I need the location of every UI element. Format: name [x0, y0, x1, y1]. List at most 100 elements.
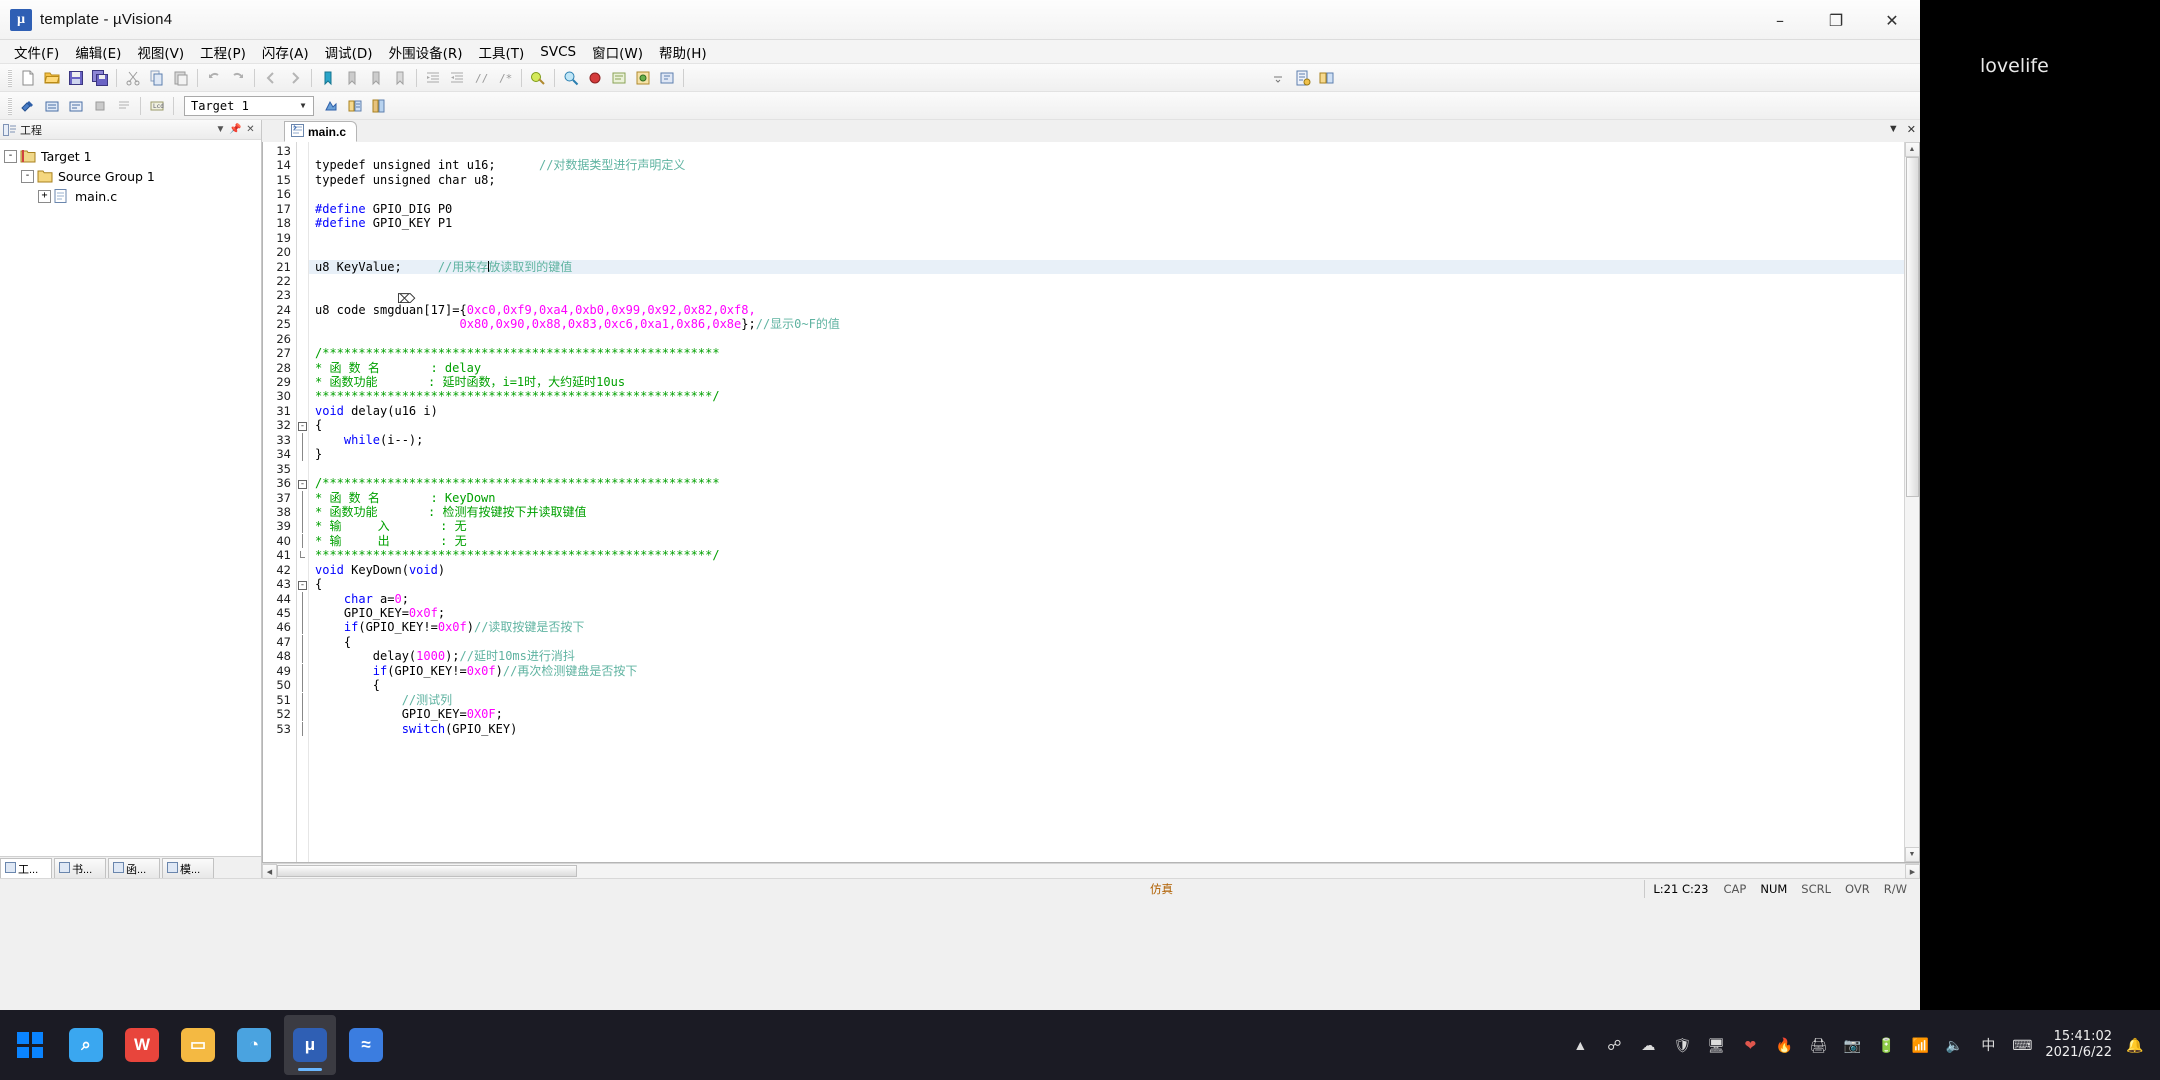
- tree-item-source-group-1[interactable]: - Source Group 1: [4, 166, 261, 186]
- copy-icon[interactable]: [146, 67, 168, 89]
- target-select[interactable]: Target 1 ▼: [184, 95, 314, 116]
- tree-item-target-1[interactable]: - Target 1: [4, 146, 261, 166]
- code-line[interactable]: }: [309, 447, 1904, 461]
- bluetooth-icon[interactable]: ☍: [1603, 1034, 1625, 1056]
- pin-icon[interactable]: 📌: [229, 124, 242, 135]
- code-line[interactable]: char a=0;: [309, 592, 1904, 606]
- toolbar-grip[interactable]: [8, 68, 12, 87]
- bookmark-clear-icon[interactable]: [389, 67, 411, 89]
- menu-window[interactable]: 窗口(W): [584, 40, 651, 64]
- code-line[interactable]: //测试列: [309, 693, 1904, 707]
- minimize-button[interactable]: –: [1752, 0, 1808, 40]
- config-wizard-icon[interactable]: [632, 67, 654, 89]
- vertical-scroll-track[interactable]: [1904, 157, 1919, 847]
- code-line[interactable]: * 函 数 名 : KeyDown: [309, 491, 1904, 505]
- notification-bell-icon[interactable]: 🔔: [2124, 1034, 2146, 1056]
- vertical-scroll-thumb[interactable]: [1905, 157, 1919, 497]
- pane-tab-templates[interactable]: 模...: [162, 858, 214, 878]
- insert-bookmark-icon[interactable]: [608, 67, 630, 89]
- code-line[interactable]: [309, 245, 1904, 259]
- menu-flash[interactable]: 闪存(A): [254, 40, 317, 64]
- keyboard-icon[interactable]: ⌨: [2011, 1034, 2033, 1056]
- battery-icon[interactable]: 🔋: [1875, 1034, 1897, 1056]
- code-editor[interactable]: 13 14 15 16 17 18 19 20 21 22 23 24 25 26 27 28 29 30 31 32…: [262, 142, 1920, 863]
- horizontal-scroll-track[interactable]: [277, 864, 1905, 878]
- taskbar-qq[interactable]: ◔: [228, 1015, 280, 1075]
- target-options-button-icon[interactable]: [320, 95, 342, 117]
- menu-help[interactable]: 帮助(H): [651, 40, 715, 64]
- fold-toggle-icon[interactable]: -: [297, 577, 308, 591]
- chevron-down-icon[interactable]: ▼: [1888, 123, 1899, 136]
- batch-build-icon[interactable]: [65, 95, 87, 117]
- bookmark-toggle-icon[interactable]: [317, 67, 339, 89]
- menu-debug[interactable]: 调试(D): [317, 40, 381, 64]
- editor-horizontal-scrollbar[interactable]: ◀ ▶: [262, 863, 1920, 879]
- manage-components-icon[interactable]: [1316, 67, 1338, 89]
- code-line[interactable]: u8 KeyValue; //用来存放读取到的键值: [309, 259, 1904, 274]
- code-line[interactable]: #define GPIO_DIG P0: [309, 202, 1904, 216]
- code-line[interactable]: switch(GPIO_KEY): [309, 722, 1904, 736]
- manage-project-items-icon[interactable]: [344, 95, 366, 117]
- navigate-forward-icon[interactable]: [284, 67, 306, 89]
- code-line[interactable]: {: [309, 418, 1904, 432]
- taskbar-search[interactable]: ⌕: [60, 1015, 112, 1075]
- download-icon[interactable]: [113, 95, 135, 117]
- code-line[interactable]: GPIO_KEY=0x0f;: [309, 606, 1904, 620]
- undo-icon[interactable]: [203, 67, 225, 89]
- windows-start-icon[interactable]: [0, 1010, 60, 1080]
- save-all-icon[interactable]: [89, 67, 111, 89]
- code-line[interactable]: delay(1000);//延时10ms进行消抖: [309, 649, 1904, 663]
- build-icon[interactable]: [17, 95, 39, 117]
- code-line[interactable]: {: [309, 635, 1904, 649]
- code-text[interactable]: ⌦ typedef unsigned int u16; //对数据类型进行声明定…: [309, 142, 1904, 862]
- close-icon[interactable]: ✕: [1907, 123, 1916, 136]
- scroll-up-arrow-icon[interactable]: ▲: [1904, 142, 1919, 157]
- pane-tab-functions[interactable]: 函...: [108, 858, 160, 878]
- code-line[interactable]: * 输 出 : 无: [309, 534, 1904, 548]
- network-icon[interactable]: 📶: [1909, 1034, 1931, 1056]
- code-line[interactable]: typedef unsigned char u8;: [309, 173, 1904, 187]
- code-line[interactable]: {: [309, 678, 1904, 692]
- navigate-back-icon[interactable]: [260, 67, 282, 89]
- menu-file[interactable]: 文件(F): [6, 40, 67, 64]
- cloud-icon[interactable]: ☁: [1637, 1034, 1659, 1056]
- code-line[interactable]: void delay(u16 i): [309, 404, 1904, 418]
- code-line[interactable]: /***************************************…: [309, 346, 1904, 360]
- close-icon[interactable]: ✕: [244, 124, 257, 135]
- code-line[interactable]: 0x80,0x90,0x88,0x83,0xc6,0xa1,0x86,0x8e}…: [309, 317, 1904, 331]
- zoom-dropdown-icon[interactable]: [1268, 67, 1290, 89]
- collapse-toggle-icon[interactable]: -: [4, 149, 17, 163]
- code-line[interactable]: {: [309, 577, 1904, 591]
- stop-build-icon[interactable]: [89, 95, 111, 117]
- bookmark-next-icon[interactable]: [365, 67, 387, 89]
- close-button[interactable]: ✕: [1864, 0, 1920, 40]
- menu-svcs[interactable]: SVCS: [532, 42, 584, 62]
- code-line[interactable]: if(GPIO_KEY!=0x0f)//读取按键是否按下: [309, 620, 1904, 634]
- fold-toggle-icon[interactable]: -: [297, 418, 308, 432]
- code-line[interactable]: /***************************************…: [309, 476, 1904, 490]
- code-line[interactable]: #define GPIO_KEY P1: [309, 216, 1904, 230]
- code-line[interactable]: [309, 274, 1904, 288]
- editor-tab-main-c[interactable]: main.c: [284, 121, 358, 142]
- code-line[interactable]: u8 code smgduan[17]={0xc0,0xf9,0xa4,0xb0…: [309, 303, 1904, 317]
- ime-indicator[interactable]: 中: [1977, 1034, 1999, 1056]
- menu-peripherals[interactable]: 外围设备(R): [381, 40, 471, 64]
- pane-tab-books[interactable]: 书...: [54, 858, 106, 878]
- code-line[interactable]: while(i--);: [309, 433, 1904, 447]
- code-line[interactable]: [309, 144, 1904, 158]
- code-line[interactable]: ****************************************…: [309, 389, 1904, 403]
- code-line[interactable]: [309, 332, 1904, 346]
- volume-icon[interactable]: 🔈: [1943, 1034, 1965, 1056]
- collapse-toggle-icon[interactable]: -: [21, 169, 34, 183]
- save-icon[interactable]: [65, 67, 87, 89]
- code-line[interactable]: * 函数功能 : 延时函数，i=1时，大约延时10us: [309, 375, 1904, 389]
- code-line[interactable]: * 函 数 名 : delay: [309, 361, 1904, 375]
- taskbar-keil[interactable]: μ: [284, 1015, 336, 1075]
- fold-toggle-icon[interactable]: -: [297, 476, 308, 490]
- target-options-icon[interactable]: [1292, 67, 1314, 89]
- redo-icon[interactable]: [227, 67, 249, 89]
- breakpoint-icon[interactable]: [584, 67, 606, 89]
- bookmark-prev-icon[interactable]: [341, 67, 363, 89]
- flame-icon[interactable]: 🔥: [1773, 1034, 1795, 1056]
- project-tree[interactable]: - Target 1- Source Group 1 + main.c: [0, 140, 261, 856]
